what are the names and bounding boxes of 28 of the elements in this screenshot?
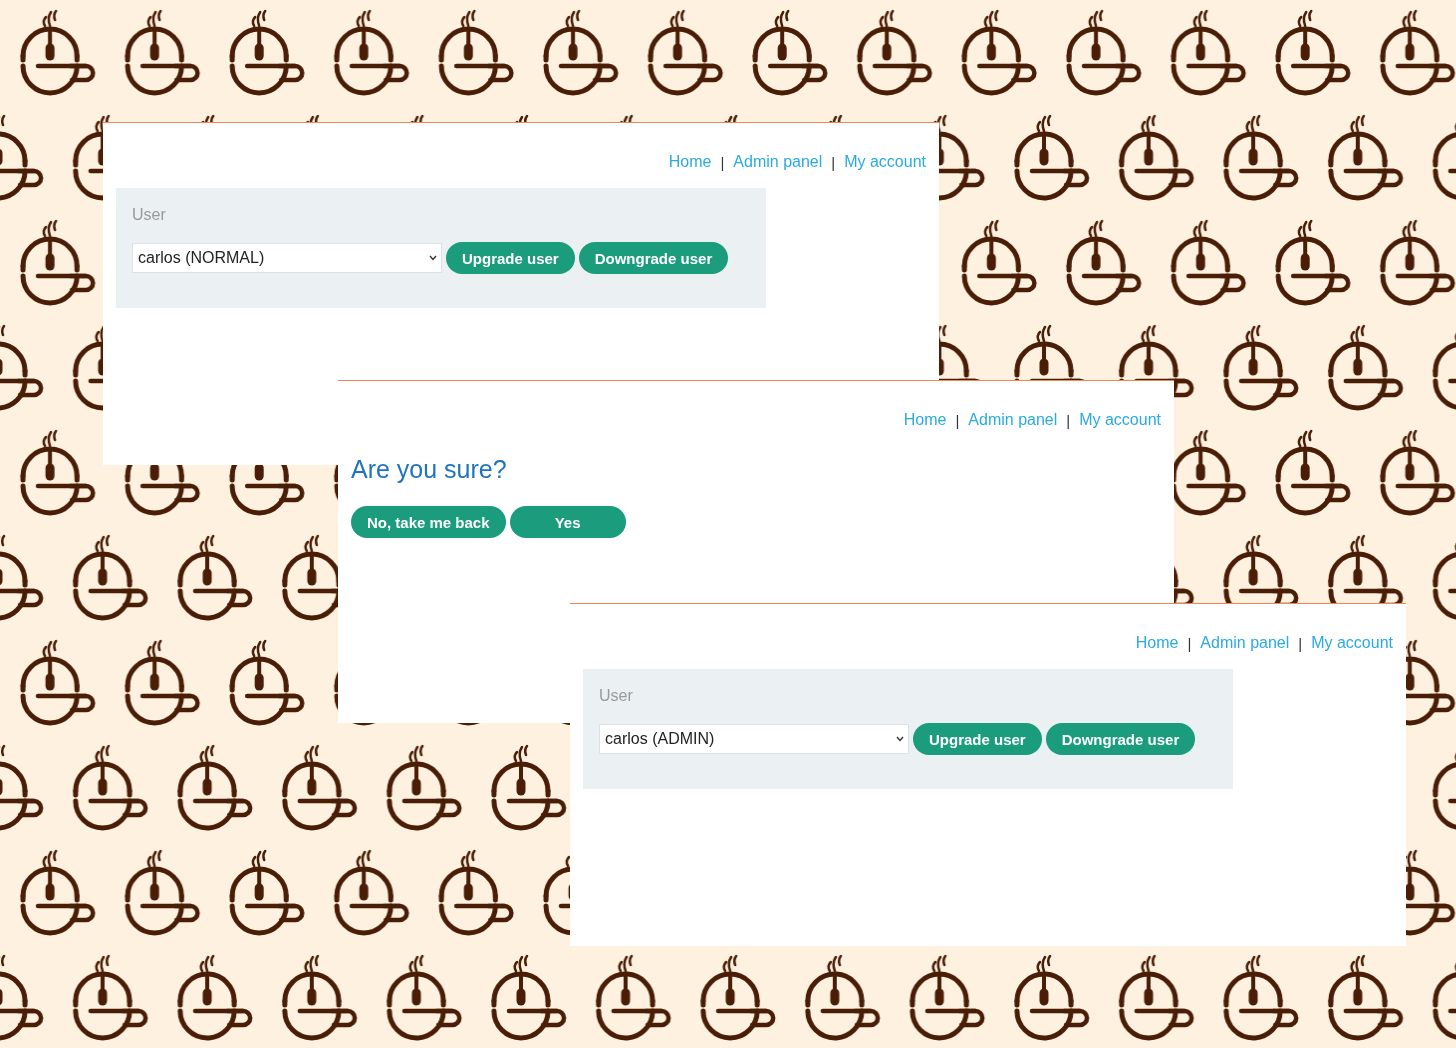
nav-link[interactable]: My account xyxy=(844,153,926,171)
nav-link[interactable]: Home xyxy=(1135,634,1179,652)
nav-link[interactable]: Home xyxy=(903,411,947,429)
action-button[interactable]: Downgrade user xyxy=(578,242,729,274)
nav-link[interactable]: Home xyxy=(668,153,712,171)
nav-separator: | xyxy=(1187,634,1192,652)
field-label: User xyxy=(132,206,167,224)
action-button[interactable]: Downgrade user xyxy=(1045,723,1196,755)
nav-link[interactable]: Admin panel xyxy=(1200,634,1290,652)
nav-separator: | xyxy=(831,153,836,171)
action-button[interactable]: No, take me back xyxy=(351,506,506,538)
nav-link[interactable]: Admin panel xyxy=(968,411,1058,429)
nav-separator: | xyxy=(720,153,725,171)
chevron-down-icon xyxy=(896,736,904,742)
nav-separator: | xyxy=(1298,634,1303,652)
user-select[interactable]: carlos (NORMAL) xyxy=(132,243,442,273)
field-label: User xyxy=(599,687,634,705)
nav-separator: | xyxy=(1066,411,1071,429)
nav-link[interactable]: Admin panel xyxy=(733,153,823,171)
chevron-down-icon xyxy=(429,255,437,261)
action-button[interactable]: Upgrade user xyxy=(913,723,1042,755)
nav-separator: | xyxy=(955,411,960,429)
nav-link[interactable]: My account xyxy=(1079,411,1161,429)
confirm-heading: Are you sure? xyxy=(351,455,508,484)
user-select[interactable]: carlos (ADMIN) xyxy=(599,724,909,754)
action-button[interactable]: Upgrade user xyxy=(446,242,575,274)
nav-link[interactable]: My account xyxy=(1311,634,1393,652)
action-button[interactable]: Yes xyxy=(509,506,626,538)
